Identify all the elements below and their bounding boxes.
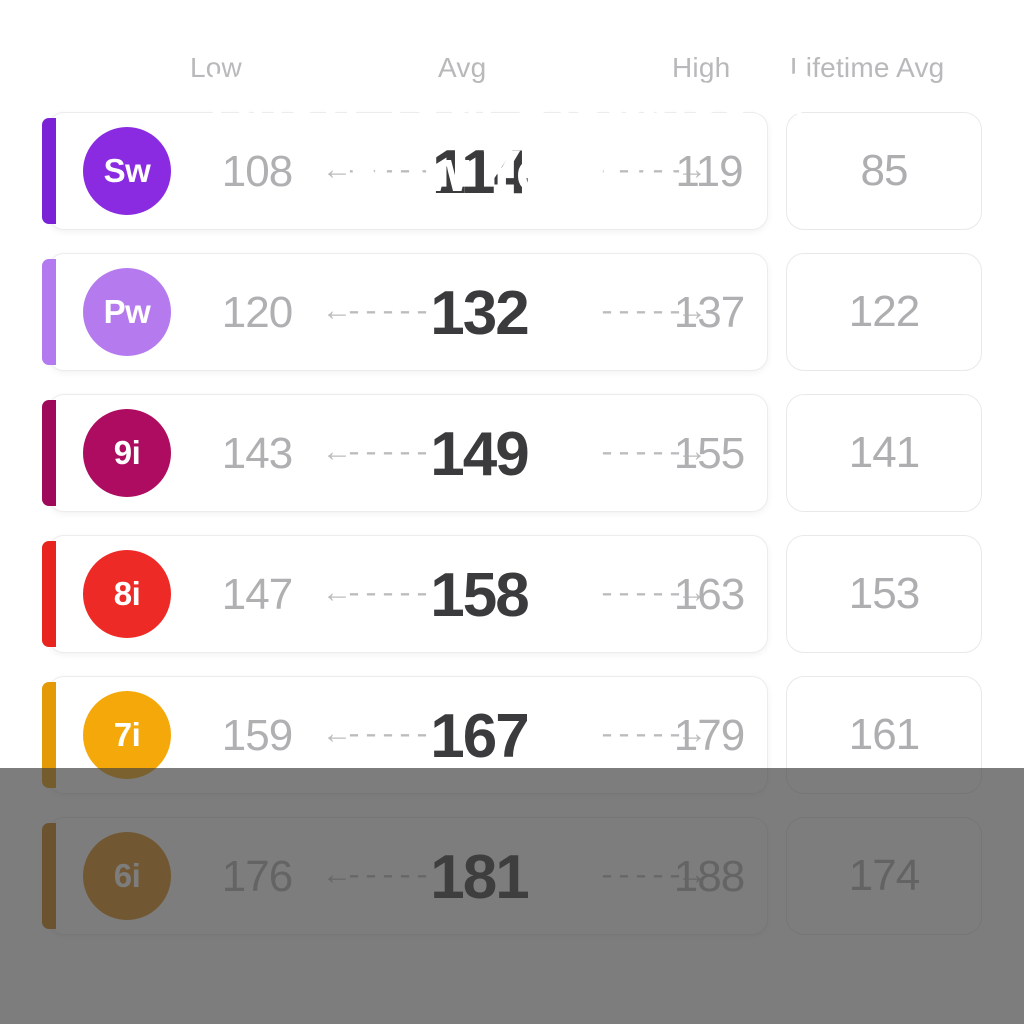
row-accent-bar xyxy=(42,259,56,365)
club-badge: 9i xyxy=(83,409,171,497)
row-accent-bar xyxy=(42,541,56,647)
high-value: 155 xyxy=(673,429,745,478)
low-value: 120 xyxy=(221,288,293,337)
club-distance-card[interactable]: 8i 147 ←----- 158 -----→ 163 xyxy=(48,535,768,653)
promo-headline-line-1: Know Your Distances? xyxy=(208,62,816,127)
promo-overlay xyxy=(0,768,1024,1024)
high-value: 137 xyxy=(673,288,745,337)
club-badge: Pw xyxy=(83,268,171,356)
avg-value: 132 xyxy=(430,278,529,348)
lifetime-avg-value: 122 xyxy=(848,287,920,336)
avg-value: 158 xyxy=(430,560,529,630)
club-row[interactable]: 9i 143 ←----- 149 -----→ 155 141 xyxy=(0,394,1024,512)
low-value: 147 xyxy=(221,570,293,619)
club-badge-label: 9i xyxy=(113,434,141,471)
lifetime-avg-value: 161 xyxy=(848,710,920,759)
row-accent-bar xyxy=(42,400,56,506)
high-value: 163 xyxy=(673,570,745,619)
club-badge: 7i xyxy=(83,691,171,779)
club-row[interactable]: 8i 147 ←----- 158 -----→ 163 153 xyxy=(0,535,1024,653)
low-value: 143 xyxy=(221,429,293,478)
promo-overlay-text: Know Your Distances? Now You Do xyxy=(0,56,1024,210)
club-badge-label: 8i xyxy=(113,575,141,612)
club-badge-label: Pw xyxy=(103,293,151,330)
lifetime-avg-card[interactable]: 153 xyxy=(786,535,982,653)
lifetime-avg-value: 153 xyxy=(848,569,920,618)
club-row[interactable]: Pw 120 ←----- 132 -----→ 137 122 xyxy=(0,253,1024,371)
club-distance-card[interactable]: Pw 120 ←----- 132 -----→ 137 xyxy=(48,253,768,371)
lifetime-avg-value: 141 xyxy=(848,428,920,477)
avg-value: 149 xyxy=(430,419,529,489)
club-badge-label: 7i xyxy=(113,716,141,753)
lifetime-avg-card[interactable]: 141 xyxy=(786,394,982,512)
club-badge: 8i xyxy=(83,550,171,638)
distance-chart-screen: Low Avg High Lifetime Avg Sw 108 ←----- 114… xyxy=(0,0,1024,1024)
lifetime-avg-card[interactable]: 122 xyxy=(786,253,982,371)
club-distance-card[interactable]: 9i 143 ←----- 149 -----→ 155 xyxy=(48,394,768,512)
promo-headline-line-2: Now You Do xyxy=(348,139,676,205)
